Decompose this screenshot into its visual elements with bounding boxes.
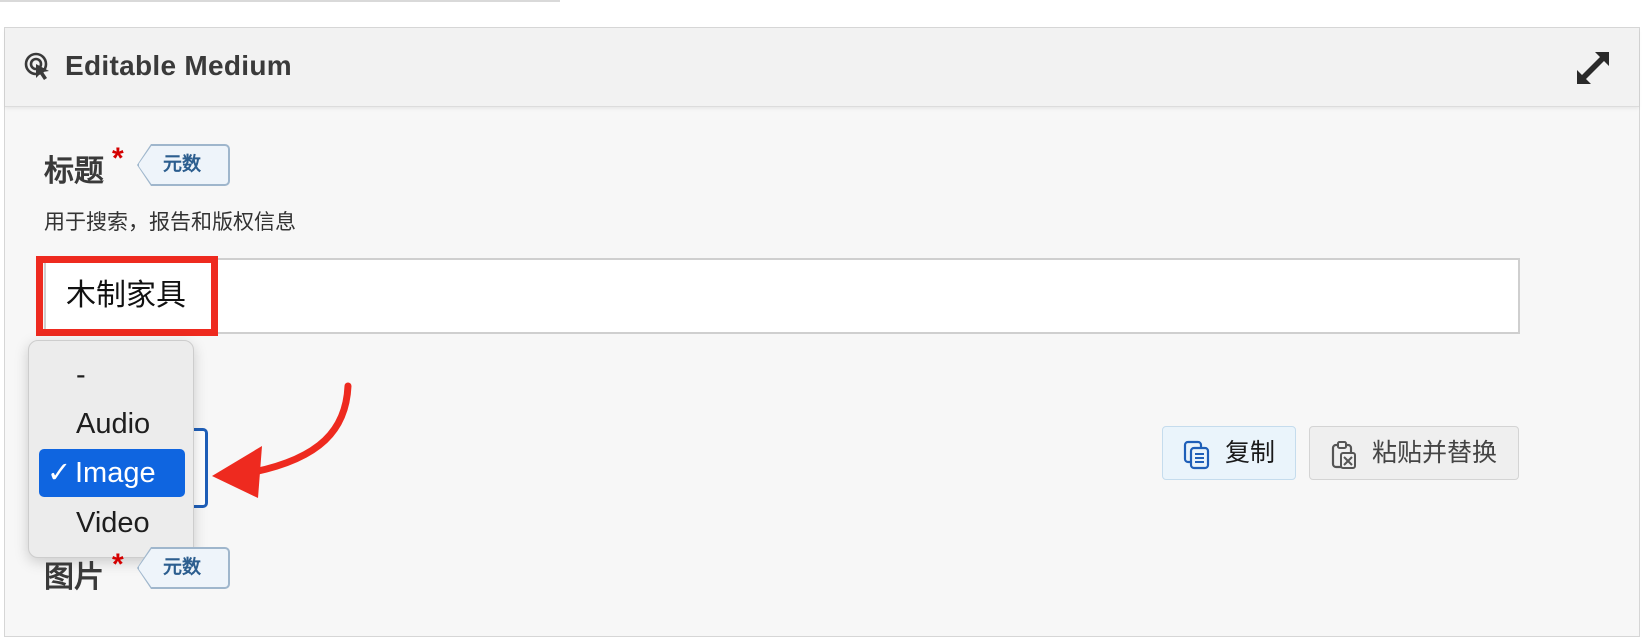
media-type-dropdown: - Audio ✓ Image Video (28, 340, 194, 558)
dropdown-option-audio[interactable]: Audio (39, 400, 185, 448)
copy-button[interactable]: 复制 (1162, 426, 1296, 480)
title-meta-tag: 元数据 (138, 145, 229, 185)
title-field-label: 标题 (44, 155, 104, 188)
title-input[interactable]: 木制家具 (44, 258, 1520, 334)
panel-title: Editable Medium (65, 50, 292, 81)
top-divider (0, 0, 560, 2)
image-required-star: * (112, 548, 124, 581)
panel-header: Editable Medium (5, 28, 1639, 107)
image-meta-tag: 元数据 (138, 548, 229, 588)
image-field-label: 图片 (44, 561, 104, 594)
title-required-star: * (112, 142, 124, 175)
dropdown-option-label: Image (75, 457, 156, 489)
checkmark-icon: ✓ (47, 457, 72, 489)
paste-replace-button-label: 粘贴并替换 (1372, 439, 1498, 467)
copy-button-label: 复制 (1225, 439, 1276, 467)
expand-arrows-icon[interactable] (1573, 48, 1613, 88)
title-help-text: 用于搜索，报告和版权信息 (44, 211, 296, 234)
copy-icon (1183, 440, 1210, 470)
paste-replace-button[interactable]: 粘贴并替换 (1309, 426, 1519, 480)
dropdown-option-video[interactable]: Video (39, 499, 185, 547)
dropdown-option-none[interactable]: - (39, 351, 185, 399)
touch-hand-icon (24, 52, 49, 80)
dropdown-option-label: Video (76, 507, 150, 539)
clipboard-paste-icon (1331, 441, 1356, 469)
dropdown-option-label: Audio (76, 408, 151, 440)
dropdown-option-label: - (76, 359, 86, 391)
dropdown-option-image[interactable]: ✓ Image (39, 449, 185, 497)
